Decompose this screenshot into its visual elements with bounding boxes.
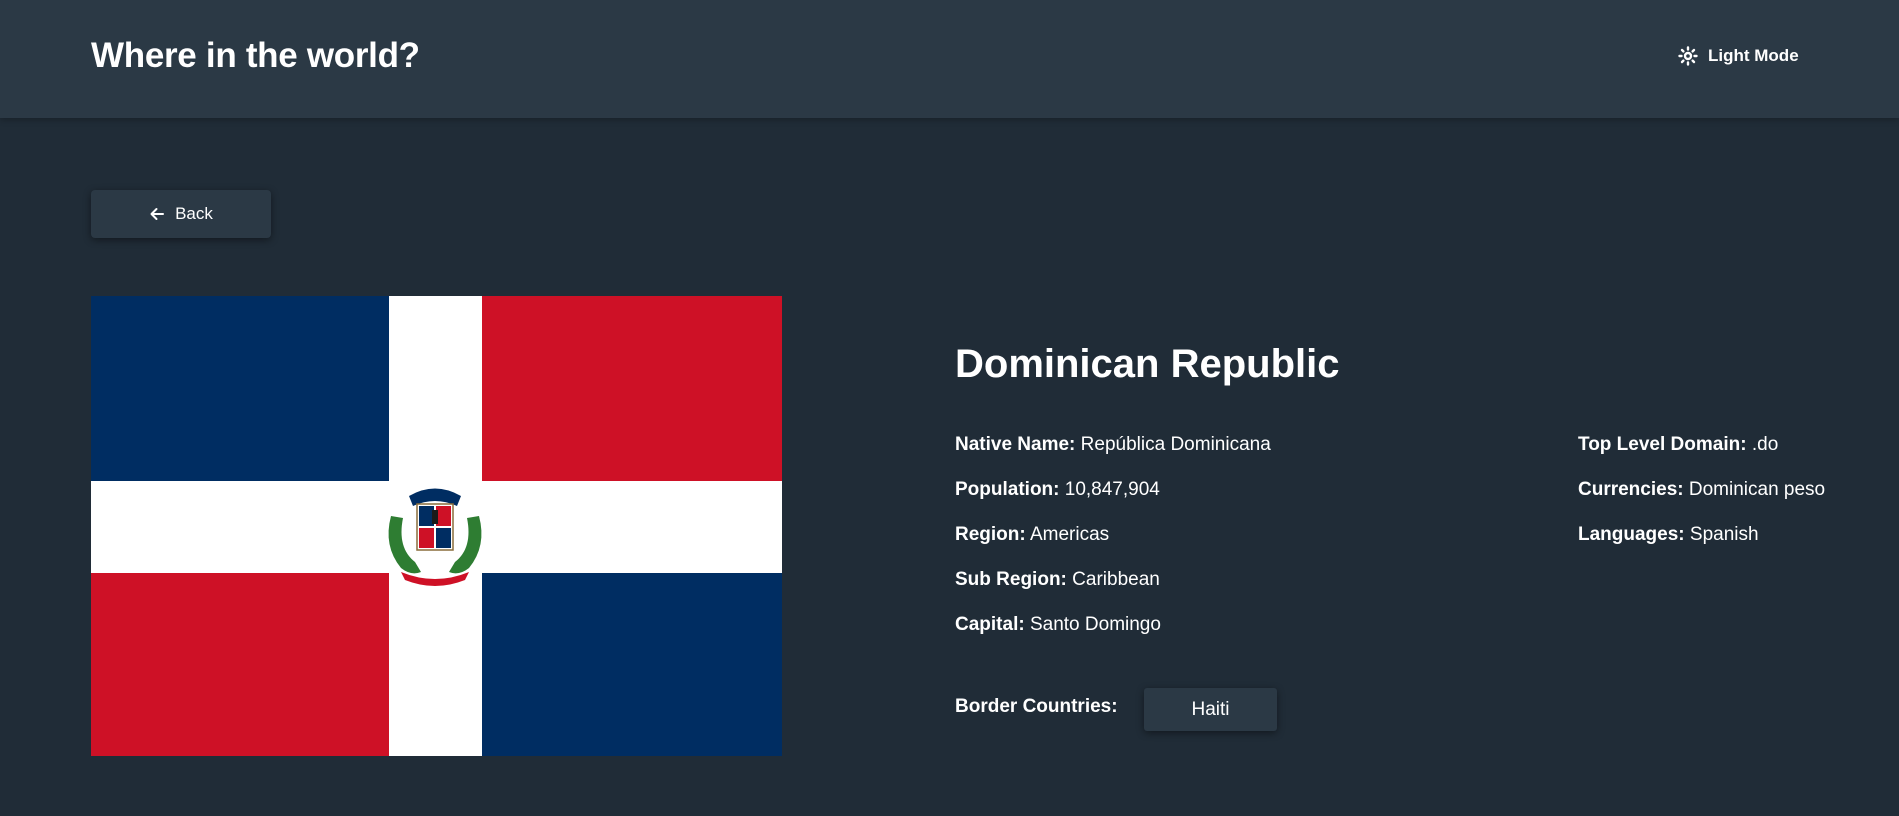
- detail-label: Native Name:: [955, 434, 1076, 455]
- detail-currencies: Currencies: Dominican peso: [1578, 475, 1825, 520]
- back-button[interactable]: Back: [91, 190, 271, 238]
- detail-capital: Capital: Santo Domingo: [955, 610, 1271, 655]
- detail-sub-region: Sub Region: Caribbean: [955, 565, 1271, 610]
- detail-label: Currencies:: [1578, 479, 1684, 500]
- detail-label: Region:: [955, 524, 1026, 545]
- detail-region: Region: Americas: [955, 520, 1271, 565]
- country-name: Dominican Republic: [955, 342, 1340, 386]
- detail-value: Americas: [1029, 524, 1110, 545]
- detail-label: Capital:: [955, 614, 1025, 635]
- country-flag: [91, 296, 782, 756]
- country-details-secondary: Top Level Domain: .do Currencies: Domini…: [1578, 430, 1825, 565]
- detail-label: Top Level Domain:: [1578, 434, 1747, 455]
- detail-label: Languages:: [1578, 524, 1685, 545]
- detail-label: Sub Region:: [955, 569, 1067, 590]
- detail-top-level-domain: Top Level Domain: .do: [1578, 430, 1825, 475]
- theme-toggle-button[interactable]: Light Mode: [1678, 46, 1799, 66]
- detail-value: Caribbean: [1072, 569, 1160, 590]
- detail-languages: Languages: Spanish: [1578, 520, 1825, 565]
- detail-value: Santo Domingo: [1029, 614, 1161, 635]
- detail-population: Population: 10,847,904: [955, 475, 1271, 520]
- sun-icon: [1678, 46, 1698, 66]
- border-countries-label: Border Countries:: [955, 696, 1118, 717]
- app-title: Where in the world?: [91, 36, 420, 75]
- back-button-label: Back: [175, 204, 213, 223]
- country-details-primary: Native Name: República Dominicana Popula…: [955, 430, 1271, 655]
- detail-value: 10,847,904: [1064, 479, 1160, 500]
- detail-value: Spanish: [1689, 524, 1759, 545]
- detail-native-name: Native Name: República Dominicana: [955, 430, 1271, 475]
- detail-value: República Dominicana: [1080, 434, 1271, 455]
- theme-toggle-label: Light Mode: [1708, 46, 1799, 65]
- detail-label: Population:: [955, 479, 1060, 500]
- detail-value: .do: [1751, 434, 1779, 455]
- top-header: Where in the world? Light Mode: [0, 0, 1899, 118]
- detail-value: Dominican peso: [1688, 479, 1826, 500]
- border-country-button[interactable]: Haiti: [1144, 688, 1277, 731]
- arrow-left-icon: [149, 206, 165, 222]
